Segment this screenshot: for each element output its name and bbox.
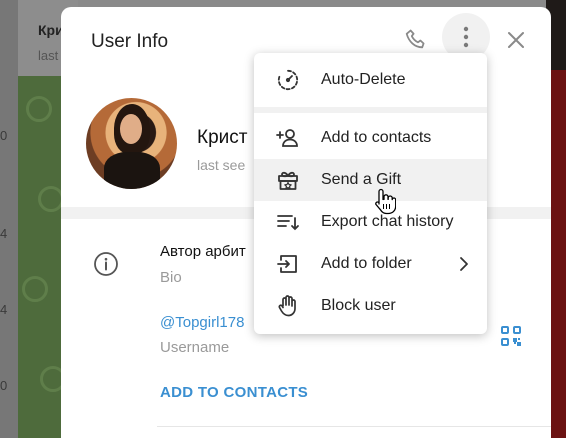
- hand-pointer-cursor-icon: [374, 187, 397, 215]
- menu-item-send-gift[interactable]: Send a Gift: [254, 159, 487, 201]
- more-options-menu: Auto-Delete Add to contacts Send a Gift …: [254, 53, 487, 334]
- menu-item-auto-delete[interactable]: Auto-Delete: [254, 59, 487, 101]
- profile-status: last see: [197, 157, 246, 173]
- more-vertical-icon: [463, 26, 469, 48]
- menu-item-label: Add to contacts: [321, 129, 432, 146]
- username-label: Username: [160, 339, 230, 356]
- add-to-contacts-link[interactable]: ADD TO CONTACTS: [160, 384, 308, 401]
- background-digit: 4: [0, 302, 8, 317]
- menu-item-add-to-contacts[interactable]: Add to contacts: [254, 117, 487, 159]
- phone-icon[interactable]: [403, 27, 429, 53]
- gift-icon: [276, 168, 300, 192]
- background-chat-name: Кри: [38, 22, 64, 38]
- add-user-icon: [276, 126, 300, 150]
- menu-item-label: Block user: [321, 297, 396, 314]
- menu-item-label: Export chat history: [321, 213, 454, 230]
- menu-item-add-to-folder[interactable]: Add to folder: [254, 243, 487, 285]
- avatar[interactable]: [86, 98, 177, 189]
- bio-label: Bio: [160, 269, 182, 286]
- menu-item-label: Add to folder: [321, 255, 412, 272]
- menu-item-block-user[interactable]: Block user: [254, 285, 487, 327]
- background-digit: 0: [0, 378, 8, 393]
- folder-add-icon: [276, 252, 300, 276]
- background-digit: 0: [0, 128, 8, 143]
- background-chat-status: last: [38, 48, 59, 63]
- block-hand-icon: [276, 294, 300, 318]
- menu-item-export-chat-history[interactable]: Export chat history: [254, 201, 487, 243]
- qr-code-icon[interactable]: [500, 325, 522, 347]
- background-sidebar: 0 4 4 0: [0, 0, 18, 438]
- background-digit: 4: [0, 226, 8, 241]
- info-separator: [157, 426, 551, 427]
- profile-name: Крист: [197, 127, 248, 148]
- bio-text: Автор арбит: [160, 243, 246, 260]
- timer-icon: [276, 68, 300, 92]
- chevron-right-icon: [457, 256, 471, 272]
- menu-item-label: Auto-Delete: [321, 71, 406, 88]
- info-icon: [93, 251, 119, 277]
- export-icon: [276, 210, 300, 234]
- username-text[interactable]: @Topgirl178: [160, 314, 244, 331]
- menu-separator: [254, 107, 487, 113]
- dialog-title: User Info: [91, 31, 169, 52]
- close-icon[interactable]: [503, 27, 529, 53]
